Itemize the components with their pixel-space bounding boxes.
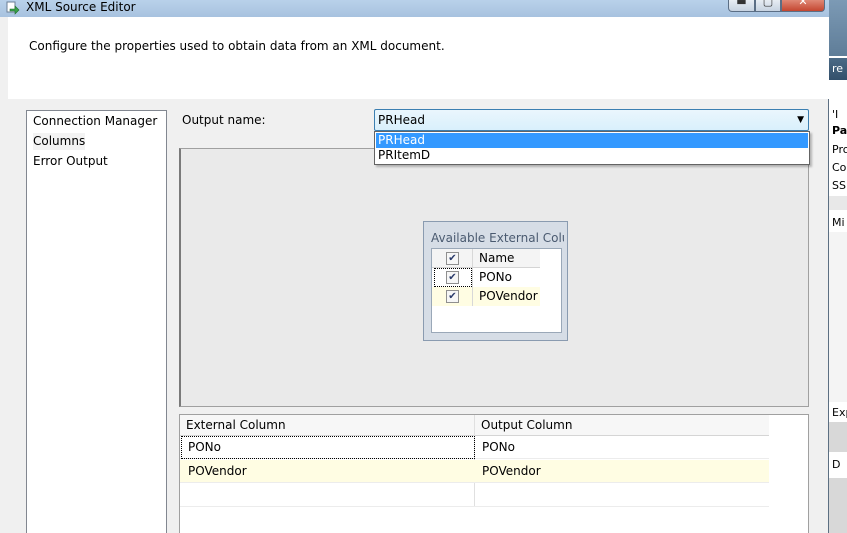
background-toolbar: [829, 0, 847, 56]
background-text: SSI: [832, 179, 847, 192]
window-title: XML Source Editor: [26, 0, 136, 14]
available-columns-box[interactable]: Available External Columns ✔ Name ✔ PONo…: [423, 221, 568, 341]
grid-row: ✔ PONo: [432, 268, 540, 287]
grid-divider: [472, 268, 473, 287]
minimize-button[interactable]: ▬: [728, 0, 755, 12]
select-all-checkbox[interactable]: ✔: [446, 252, 459, 265]
page-description: Configure the properties used to obtain …: [29, 39, 445, 53]
background-text: Pa: [832, 124, 847, 137]
background-text: Pro: [832, 143, 847, 156]
chevron-down-icon[interactable]: ▼: [797, 115, 804, 125]
background-tab[interactable]: re: [829, 58, 847, 80]
dropdown-option-prhead[interactable]: PRHead: [376, 133, 808, 148]
column-header-output[interactable]: Output Column: [481, 418, 572, 432]
background-text: Co: [832, 161, 847, 174]
grid-divider: [472, 287, 473, 306]
background-text: Exp: [832, 406, 847, 419]
external-column-cell[interactable]: PONo: [188, 440, 221, 454]
background-text: Mi: [832, 216, 845, 229]
maximize-button[interactable]: ▢: [755, 0, 781, 12]
available-columns-title: Available External Columns: [431, 231, 564, 245]
nav-item-connection-manager[interactable]: Connection Manager: [33, 113, 157, 130]
background-text: 'I: [832, 108, 839, 121]
nav-item-error-output[interactable]: Error Output: [33, 153, 108, 170]
background-divider: [829, 422, 847, 452]
column-name: PONo: [479, 270, 512, 284]
nav-item-columns[interactable]: Columns: [33, 133, 86, 150]
output-column-cell[interactable]: POVendor: [482, 464, 541, 478]
column-header-external[interactable]: External Column: [186, 418, 286, 432]
column-checkbox[interactable]: ✔: [446, 271, 459, 284]
grid-header-name: Name: [479, 251, 515, 265]
xml-source-editor-dialog: XML Source Editor ▬ ▢ ✕ Configure the pr…: [0, 0, 829, 533]
grid-row: ✔ POVendor: [432, 287, 540, 306]
output-name-select[interactable]: PRHead ▼: [374, 109, 809, 131]
background-divider: [829, 196, 847, 210]
focus-rectangle: [181, 436, 475, 459]
column-checkbox[interactable]: ✔: [446, 290, 459, 303]
column-name: POVendor: [479, 289, 538, 303]
table-row-empty[interactable]: [180, 484, 769, 507]
grid-divider: [472, 249, 473, 268]
background-panel: [829, 232, 847, 402]
title-bar[interactable]: XML Source Editor ▬ ▢ ✕: [0, 0, 829, 17]
output-name-label: Output name:: [182, 113, 266, 127]
header-panel: Configure the properties used to obtain …: [8, 17, 829, 99]
dropdown-option-pritemd[interactable]: PRItemD: [376, 148, 808, 163]
output-column-cell[interactable]: PONo: [482, 440, 515, 454]
grid-header-row: ✔ Name: [432, 249, 540, 268]
close-button[interactable]: ✕: [781, 0, 825, 12]
table-row[interactable]: POVendor POVendor: [180, 460, 769, 483]
background-text: D: [832, 458, 841, 471]
table-row[interactable]: PONo PONo: [180, 436, 769, 459]
page-navigation: Connection Manager Columns Error Output: [26, 110, 167, 533]
output-name-value: PRHead: [378, 113, 425, 127]
column-mapping-table: External Column Output Column PONo PONo …: [179, 414, 809, 533]
background-app: re 'I Pa Pro Co SSI Mi Exp D: [829, 0, 847, 533]
external-column-cell[interactable]: POVendor: [188, 464, 247, 478]
background-panel: [829, 478, 847, 533]
xml-source-icon: [6, 1, 20, 15]
available-columns-grid: ✔ Name ✔ PONo ✔ POVendor: [431, 248, 562, 333]
output-name-dropdown: PRHead PRItemD: [374, 131, 810, 165]
